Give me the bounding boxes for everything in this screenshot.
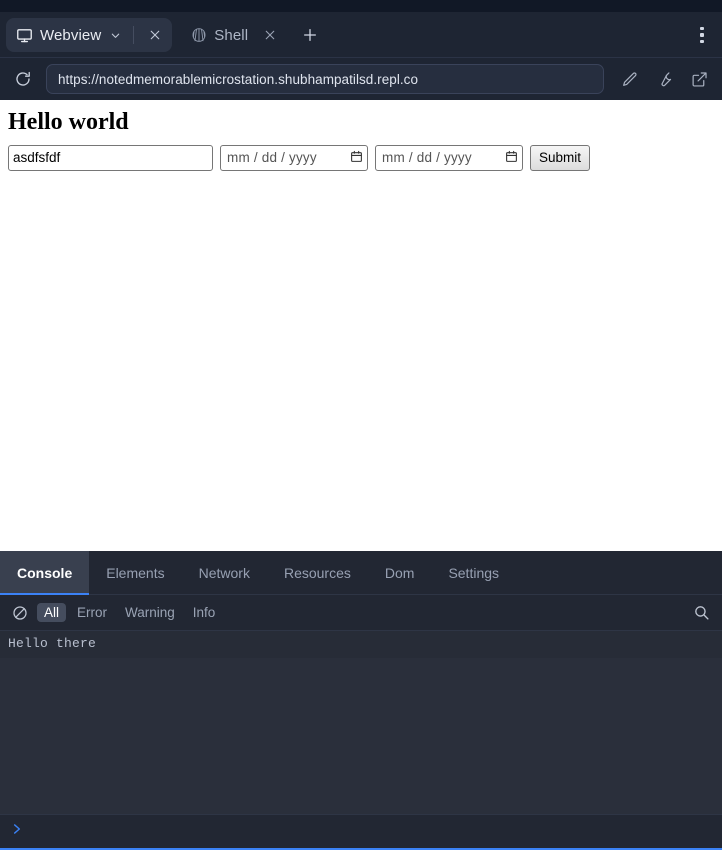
tab-dom[interactable]: Dom: [368, 551, 432, 594]
url-bar: https://notedmemorablemicrostation.shubh…: [0, 58, 722, 100]
date-input-1-placeholder: mm / dd / yyyy: [227, 150, 317, 166]
webview-window: Webview Shell https://notedmemorablemicr…: [0, 0, 722, 850]
console-filter-bar: All Error Warning Info: [0, 595, 722, 631]
page-viewport: Hello world mm / dd / yyyy mm / dd / yyy…: [0, 100, 722, 551]
page-title: Hello world: [8, 109, 129, 135]
reload-icon[interactable]: [8, 64, 38, 94]
tab-divider: [133, 26, 135, 44]
url-input[interactable]: https://notedmemorablemicrostation.shubh…: [46, 64, 604, 94]
console-prompt[interactable]: [0, 814, 722, 850]
filter-error[interactable]: Error: [70, 603, 114, 623]
calendar-icon[interactable]: [350, 150, 363, 166]
console-log-entry: Hello there: [0, 631, 722, 658]
tab-shell-label: Shell: [214, 26, 249, 44]
tab-bar: Webview Shell: [0, 12, 722, 58]
close-icon[interactable]: [259, 24, 281, 46]
devtools-tab-bar: Console Elements Network Resources Dom S…: [0, 551, 722, 595]
close-icon[interactable]: [144, 24, 166, 46]
tab-elements[interactable]: Elements: [89, 551, 181, 594]
tab-webview[interactable]: Webview: [6, 18, 173, 52]
date-input-2[interactable]: mm / dd / yyyy: [375, 144, 523, 171]
console-log-area[interactable]: Hello there: [0, 631, 722, 814]
shell-icon: [190, 27, 207, 44]
window-title-strip: [0, 0, 722, 12]
filter-warning[interactable]: Warning: [118, 603, 182, 623]
filter-all[interactable]: All: [37, 602, 67, 623]
clear-console-icon[interactable]: [7, 600, 33, 626]
tab-webview-label: Webview: [40, 26, 102, 44]
url-text: https://notedmemorablemicrostation.shubh…: [58, 71, 419, 87]
date-input-2-placeholder: mm / dd / yyyy: [382, 150, 472, 166]
tab-shell[interactable]: Shell: [180, 18, 287, 52]
new-tab-button[interactable]: [295, 20, 325, 50]
pencil-icon[interactable]: [614, 64, 644, 94]
page-form: mm / dd / yyyy mm / dd / yyyy: [8, 144, 714, 171]
external-link-icon[interactable]: [684, 64, 714, 94]
search-icon[interactable]: [688, 600, 714, 626]
text-input[interactable]: [8, 144, 213, 171]
url-bar-actions: [614, 64, 714, 94]
chevron-right-icon: [10, 822, 24, 841]
calendar-icon[interactable]: [505, 150, 518, 166]
submit-button[interactable]: Submit: [530, 144, 591, 171]
monitor-icon: [16, 27, 33, 44]
kebab-menu-icon[interactable]: [688, 21, 716, 49]
tab-network[interactable]: Network: [182, 551, 267, 594]
tab-console[interactable]: Console: [0, 551, 90, 595]
devtools-panel: Console Elements Network Resources Dom S…: [0, 551, 722, 850]
filter-info[interactable]: Info: [186, 603, 223, 623]
tab-resources[interactable]: Resources: [267, 551, 368, 594]
tab-settings[interactable]: Settings: [431, 551, 516, 594]
date-input-1[interactable]: mm / dd / yyyy: [220, 144, 368, 171]
chevron-down-icon[interactable]: [108, 30, 123, 41]
wrench-icon[interactable]: [649, 64, 679, 94]
